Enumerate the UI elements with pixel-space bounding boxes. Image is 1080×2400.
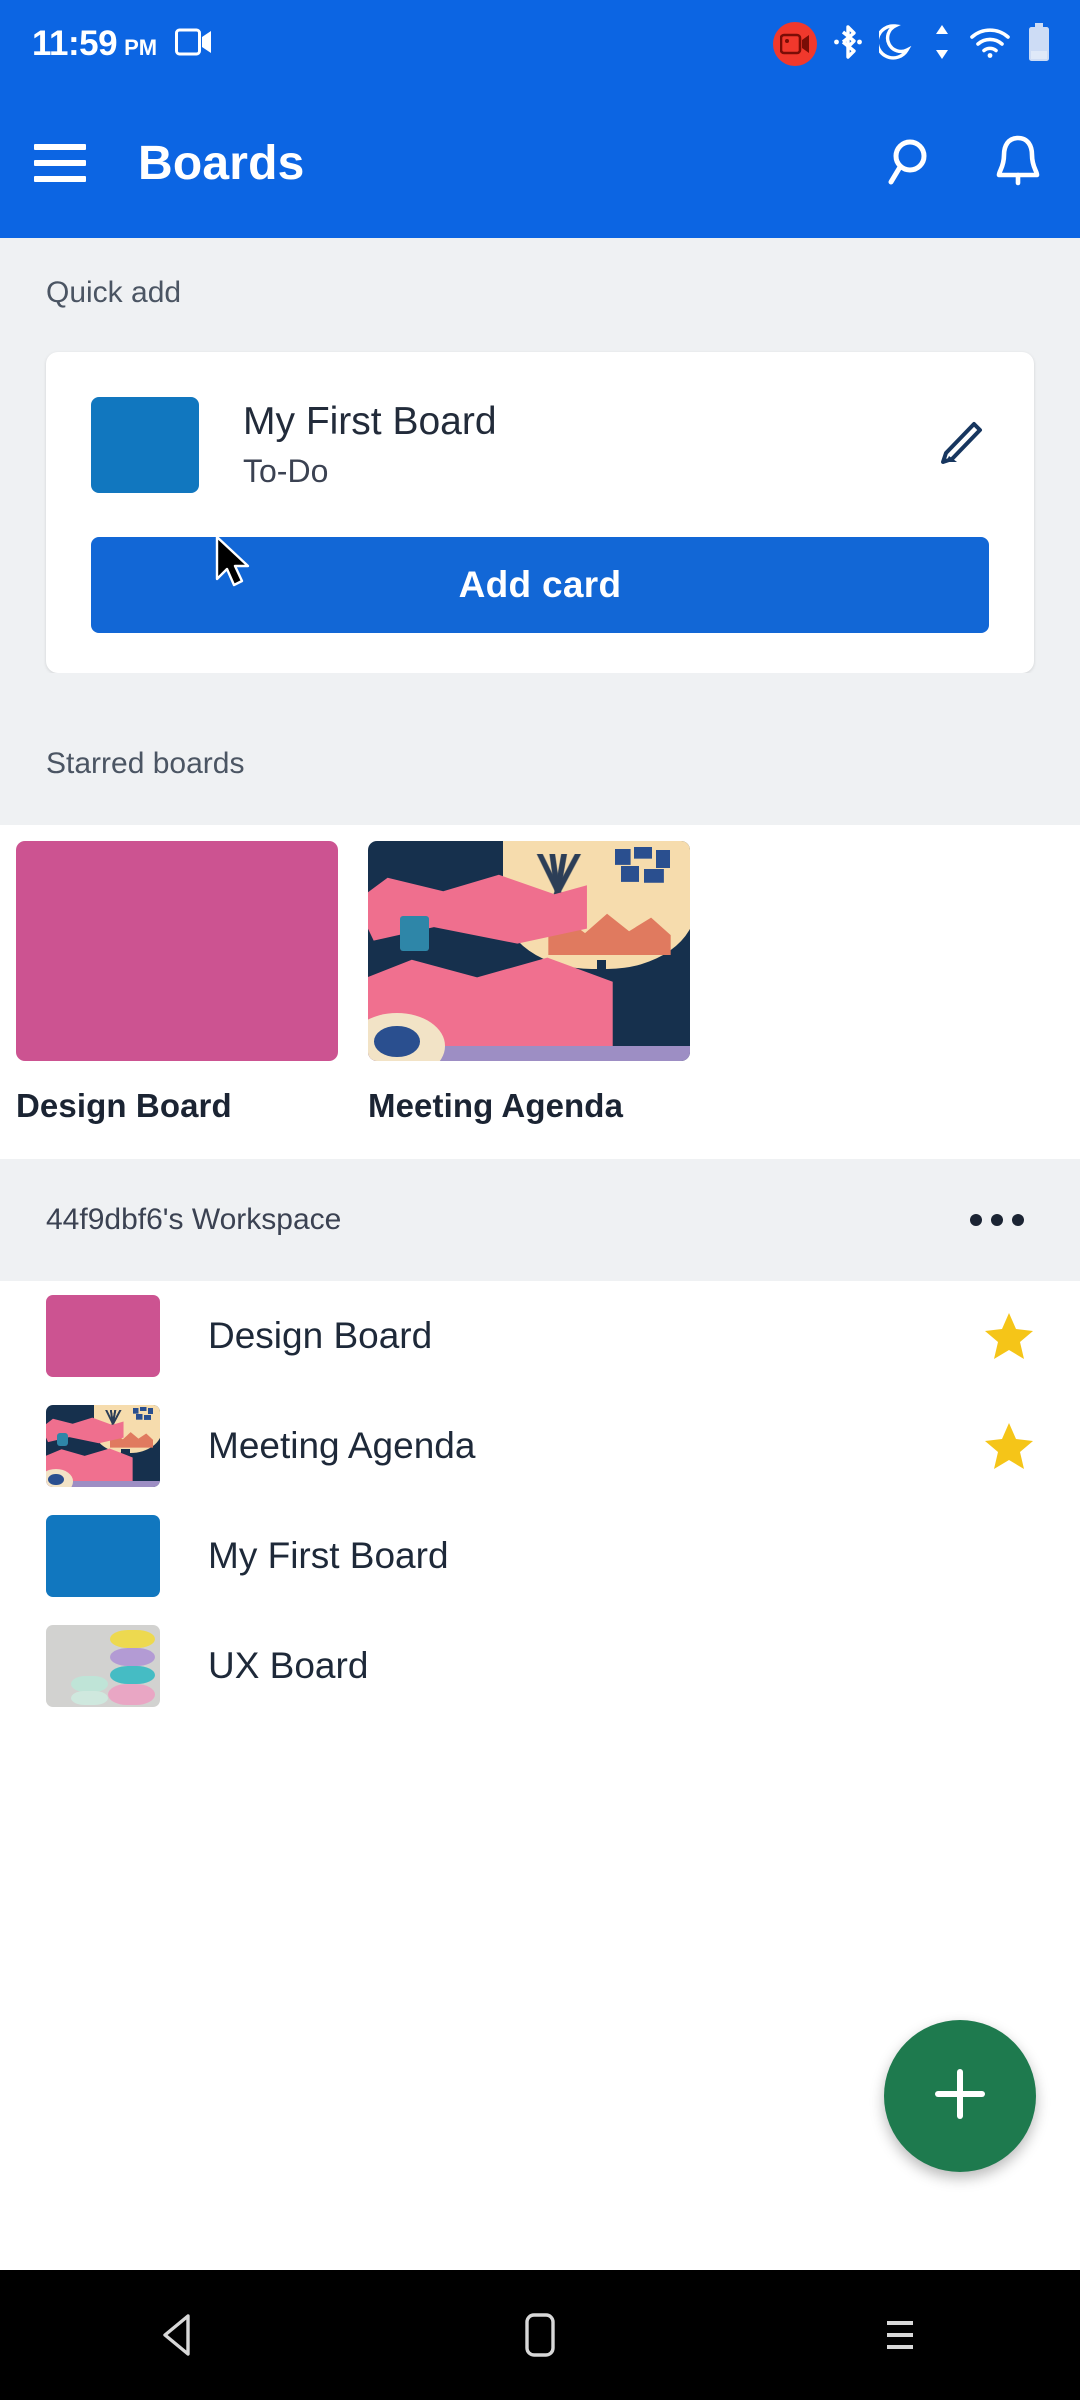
quick-add-list-name: To-Do <box>243 453 329 490</box>
section-spacer <box>0 1125 1080 1159</box>
starred-boards-label-wrap: Starred boards <box>0 673 1080 825</box>
starred-boards-label: Starred boards <box>46 747 245 780</box>
plus-icon <box>929 2063 991 2130</box>
data-transfer-arrows-icon <box>932 24 952 65</box>
status-bar-right <box>773 22 1050 66</box>
home-square-icon[interactable] <box>480 2275 600 2395</box>
board-list-item-label: Design Board <box>208 1315 433 1356</box>
bell-icon[interactable] <box>992 133 1044 194</box>
quick-add-section: Quick add My First Board To-Do Add card <box>0 238 1080 673</box>
starred-tile-label: Design Board <box>16 1087 232 1124</box>
workspace-board-list: Design Board Meeting Agenda My First Boa… <box>0 1281 1080 1721</box>
star-placeholder <box>982 1639 1036 1693</box>
board-thumbnail <box>46 1515 160 1597</box>
starred-boards-row: Design Board Meeting Agenda <box>0 825 1080 1125</box>
hamburger-menu-icon[interactable] <box>34 144 86 182</box>
wifi-icon <box>969 26 1011 63</box>
board-list-item-label: My First Board <box>208 1535 449 1576</box>
bluetooth-icon <box>834 23 862 66</box>
board-thumbnail-design-board <box>16 841 338 1061</box>
board-list-item-label: Meeting Agenda <box>208 1425 476 1466</box>
recents-lines-icon[interactable] <box>840 2275 960 2395</box>
board-thumbnail <box>46 1625 160 1707</box>
board-list-item-label: UX Board <box>208 1645 369 1686</box>
board-thumbnail <box>46 1405 160 1487</box>
status-clock: 11:59 PM <box>32 24 157 64</box>
clock-meridiem: PM <box>124 35 158 60</box>
clock-time: 11:59 <box>32 24 118 63</box>
workspace-header: 44f9dbf6's Workspace <box>0 1159 1080 1281</box>
quick-add-card: My First Board To-Do Add card <box>46 352 1034 673</box>
add-board-fab[interactable] <box>884 2020 1036 2172</box>
workspace-name: 44f9dbf6's Workspace <box>46 1203 342 1236</box>
board-thumbnail <box>46 1295 160 1377</box>
add-card-button[interactable]: Add card <box>91 537 989 633</box>
quick-add-board-texts: My First Board To-Do <box>243 400 929 491</box>
quick-add-board-row[interactable]: My First Board To-Do <box>91 397 989 493</box>
board-list-item-design-board[interactable]: Design Board <box>0 1281 1080 1391</box>
status-bar: 11:59 PM <box>0 0 1080 88</box>
star-placeholder <box>982 1529 1036 1583</box>
app-bar-actions <box>886 133 1044 194</box>
board-list-item-ux-board[interactable]: UX Board <box>0 1611 1080 1721</box>
starred-tile-design-board[interactable]: Design Board <box>16 841 338 1125</box>
page-title: Boards <box>138 136 305 190</box>
back-triangle-icon[interactable] <box>120 2275 240 2395</box>
board-list-item-my-first-board[interactable]: My First Board <box>0 1501 1080 1611</box>
board-list-item-meeting-agenda[interactable]: Meeting Agenda <box>0 1391 1080 1501</box>
screen-recording-icon <box>773 22 817 66</box>
star-icon[interactable] <box>982 1309 1036 1363</box>
quick-add-board-thumbnail <box>91 397 199 493</box>
quick-add-label: Quick add <box>46 276 182 309</box>
starred-tile-label: Meeting Agenda <box>368 1087 624 1124</box>
screen-cast-icon <box>175 27 213 62</box>
app-bar: Boards <box>0 88 1080 238</box>
pencil-icon[interactable] <box>929 415 989 475</box>
more-options-icon[interactable] <box>956 1200 1038 1240</box>
search-icon[interactable] <box>886 134 940 193</box>
quick-add-board-name: My First Board <box>243 399 497 443</box>
battery-icon <box>1028 22 1050 66</box>
moon-icon <box>875 23 915 66</box>
android-nav-bar <box>0 2270 1080 2400</box>
starred-tile-meeting-agenda[interactable]: Meeting Agenda <box>368 841 690 1125</box>
board-thumbnail-meeting-agenda <box>368 841 690 1061</box>
star-icon[interactable] <box>982 1419 1036 1473</box>
status-bar-left: 11:59 PM <box>32 24 773 64</box>
